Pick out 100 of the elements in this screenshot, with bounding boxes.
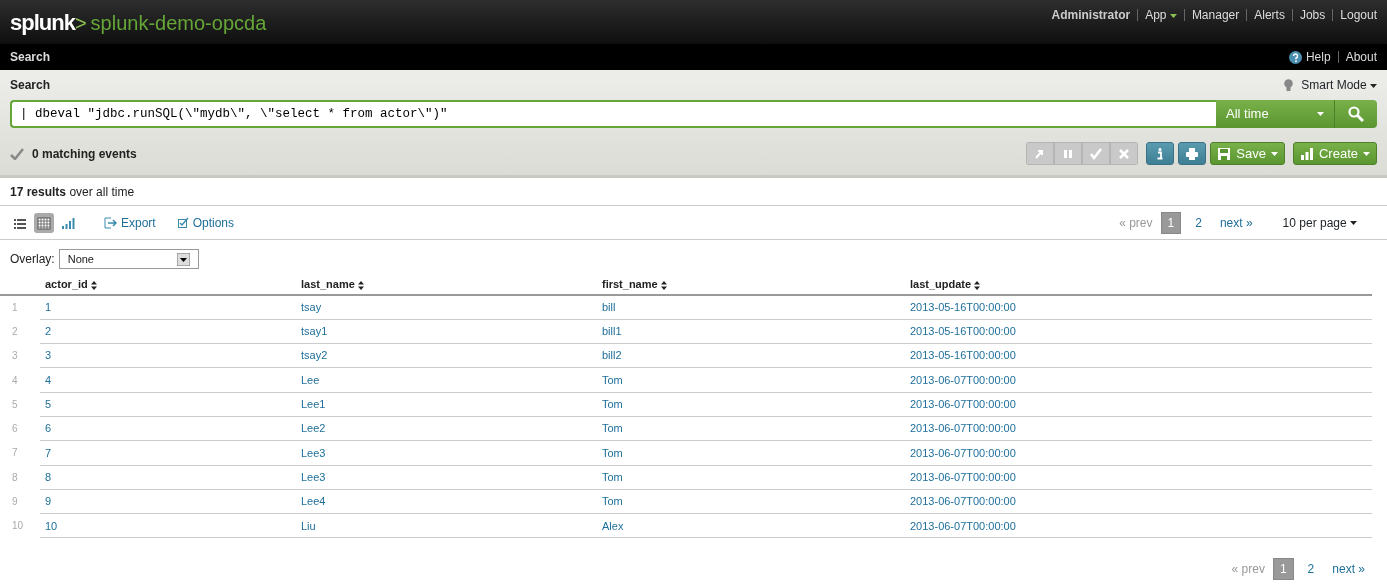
table-cell[interactable]: 2013-06-07T00:00:00 [910, 398, 1016, 411]
create-button[interactable]: Create [1292, 142, 1377, 165]
search-mode-dropdown[interactable]: Smart Mode [1301, 76, 1377, 94]
sort-icon[interactable] [974, 280, 981, 290]
search-icon [1348, 106, 1364, 122]
table-cell[interactable]: 2013-05-16T00:00:00 [910, 301, 1016, 314]
table-cell[interactable]: Lee [301, 373, 320, 386]
search-field[interactable]: | dbeval "jdbc.runSQL(\"mydb\", \"select * from actor\")" [10, 100, 1216, 128]
caret-icon [1317, 112, 1324, 116]
table-cell[interactable]: bill2 [602, 349, 622, 362]
next-link[interactable]: next » [1219, 213, 1253, 232]
column-header[interactable]: actor_id [45, 278, 97, 291]
help-link[interactable]: Help [1305, 48, 1331, 66]
table-cell[interactable]: 5 [45, 398, 52, 411]
save-button[interactable]: Save [1210, 142, 1285, 165]
about-link[interactable]: About [1345, 48, 1377, 66]
table-cell[interactable]: 2 [45, 325, 52, 338]
logo-mark: > [74, 10, 87, 34]
table-cell[interactable]: Lee1 [301, 398, 326, 411]
per-page-dropdown[interactable]: 10 per page [1282, 213, 1357, 232]
menu-link[interactable]: Logout [1340, 6, 1377, 24]
table-cell[interactable]: 2013-06-07T00:00:00 [910, 446, 1016, 459]
table-cell[interactable]: 2013-06-07T00:00:00 [910, 373, 1016, 386]
check-icon [10, 147, 24, 160]
row-number: 5 [12, 398, 18, 410]
row-number: 7 [12, 447, 18, 459]
time-range-dropdown[interactable]: All time [1216, 100, 1334, 128]
table-cell[interactable]: 2013-05-16T00:00:00 [910, 349, 1016, 362]
table-cell[interactable]: 2013-06-07T00:00:00 [910, 519, 1016, 532]
table-cell[interactable]: 2013-06-07T00:00:00 [910, 470, 1016, 483]
table-cell[interactable]: Tom [602, 495, 623, 508]
table-cell[interactable]: Tom [602, 470, 623, 483]
lightbulb-icon [1284, 78, 1294, 92]
caret-icon [1370, 83, 1377, 88]
row-number: 6 [12, 423, 18, 435]
sort-icon[interactable] [660, 280, 667, 290]
menu-link[interactable]: Jobs [1299, 6, 1326, 24]
app-name[interactable]: splunk-demo-opcda [90, 7, 267, 38]
table-cell[interactable]: 10 [45, 519, 58, 532]
search-button[interactable] [1334, 100, 1377, 128]
table-cell[interactable]: tsay2 [301, 349, 328, 362]
page-link[interactable]: 2 [1301, 559, 1321, 580]
table-cell[interactable]: 7 [45, 446, 52, 459]
table-cell[interactable]: Alex [602, 519, 624, 532]
help-icon[interactable] [1288, 50, 1302, 64]
table-cell[interactable]: 2013-06-07T00:00:00 [910, 422, 1016, 435]
nav-title[interactable]: Search [10, 48, 51, 66]
table-cell[interactable]: 2013-05-16T00:00:00 [910, 325, 1016, 338]
column-header[interactable]: first_name [602, 278, 667, 291]
table-cell[interactable]: Tom [602, 446, 623, 459]
table-cell[interactable]: 2013-06-07T00:00:00 [910, 495, 1016, 508]
prev-link[interactable]: « prev [1231, 560, 1265, 579]
table-cell[interactable]: bill1 [602, 325, 622, 338]
print-button[interactable] [1178, 142, 1207, 165]
export-link[interactable]: Export [104, 213, 156, 232]
table-cell[interactable]: Lee2 [301, 422, 326, 435]
table-cell[interactable]: 4 [45, 373, 52, 386]
table-cell[interactable]: bill [602, 301, 616, 314]
row-number: 1 [12, 302, 18, 314]
next-link[interactable]: next » [1332, 560, 1365, 579]
table-cell[interactable]: Tom [602, 422, 623, 435]
row-number: 4 [12, 374, 18, 386]
chart-view-icon [61, 215, 75, 230]
table-cell[interactable]: Lee4 [301, 495, 326, 508]
sort-icon[interactable] [90, 280, 97, 290]
row-number: 8 [12, 471, 18, 483]
logo[interactable]: splunk [10, 5, 75, 39]
overlay-label: Overlay: [10, 251, 55, 268]
table-cell[interactable]: Lee3 [301, 470, 326, 483]
table-cell[interactable]: Tom [602, 398, 623, 411]
options-link[interactable]: Options [177, 213, 235, 232]
row-number: 3 [12, 350, 18, 362]
column-header[interactable]: last_update [910, 278, 981, 291]
dropdown-arrow-icon [176, 252, 190, 266]
table-cell[interactable]: 3 [45, 349, 52, 362]
row-number: 2 [12, 325, 18, 337]
table-cell[interactable]: tsay [301, 301, 322, 314]
table-cell[interactable]: 6 [45, 422, 52, 435]
info-button[interactable] [1146, 142, 1175, 165]
row-number: 10 [12, 520, 24, 532]
prev-link[interactable]: « prev [1119, 213, 1153, 232]
caret-icon [1270, 151, 1278, 156]
menu-link[interactable]: Alerts [1254, 6, 1285, 24]
caret-icon [1363, 151, 1370, 156]
column-header[interactable]: last_name [301, 278, 364, 291]
table-cell[interactable]: Lee3 [301, 446, 326, 459]
table-cell[interactable]: Liu [301, 519, 316, 532]
table-view-toggle[interactable] [34, 212, 54, 233]
table-cell[interactable]: 1 [45, 301, 52, 314]
overlay-dropdown[interactable]: None [58, 249, 199, 269]
checkmark-icon [1089, 146, 1104, 161]
table-cell[interactable]: tsay1 [301, 325, 328, 338]
table-cell[interactable]: 9 [45, 495, 52, 508]
user-name[interactable]: Administrator [1051, 6, 1131, 24]
sort-icon[interactable] [357, 280, 364, 290]
page-link[interactable]: 2 [1189, 212, 1208, 233]
menu-link[interactable]: Manager [1191, 6, 1240, 24]
table-cell[interactable]: 8 [45, 470, 52, 483]
table-cell[interactable]: Tom [602, 373, 623, 386]
menu-link[interactable]: App [1145, 6, 1177, 24]
